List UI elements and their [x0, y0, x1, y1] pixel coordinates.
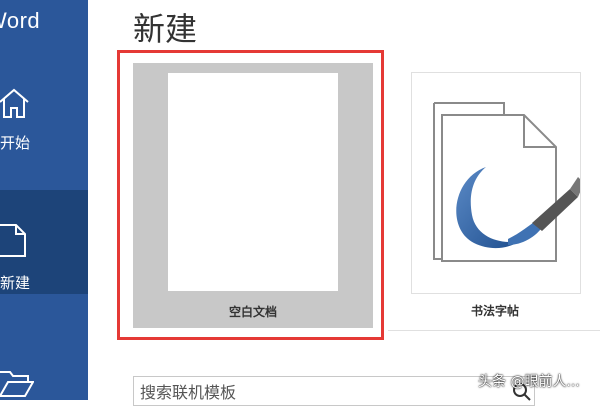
- sidebar-item-home[interactable]: 开始: [0, 80, 88, 160]
- template-label: 空白文档: [228, 305, 277, 319]
- search-box: [133, 376, 535, 406]
- app-title: Word: [0, 8, 41, 33]
- divider: [388, 330, 600, 331]
- calligraphy-icon: [433, 102, 584, 262]
- blank-page-thumbnail: [168, 73, 338, 291]
- sidebar-item-label: 开始: [0, 134, 31, 152]
- home-icon: [0, 86, 30, 124]
- sidebar-item-new[interactable]: 新建: [0, 190, 88, 294]
- new-document-icon: [0, 224, 28, 262]
- template-label: 书法字帖: [470, 304, 519, 318]
- folder-icon: [0, 368, 35, 400]
- page-title: 新建: [133, 10, 198, 48]
- template-calligraphy[interactable]: [411, 72, 584, 294]
- template-blank-document[interactable]: 空白文档: [133, 63, 373, 328]
- sidebar: Word 开始 新建: [0, 0, 88, 400]
- sidebar-item-label: 新建: [0, 274, 31, 292]
- watermark: 头条 @眼前人...: [478, 374, 580, 390]
- sidebar-item-open[interactable]: [0, 358, 88, 400]
